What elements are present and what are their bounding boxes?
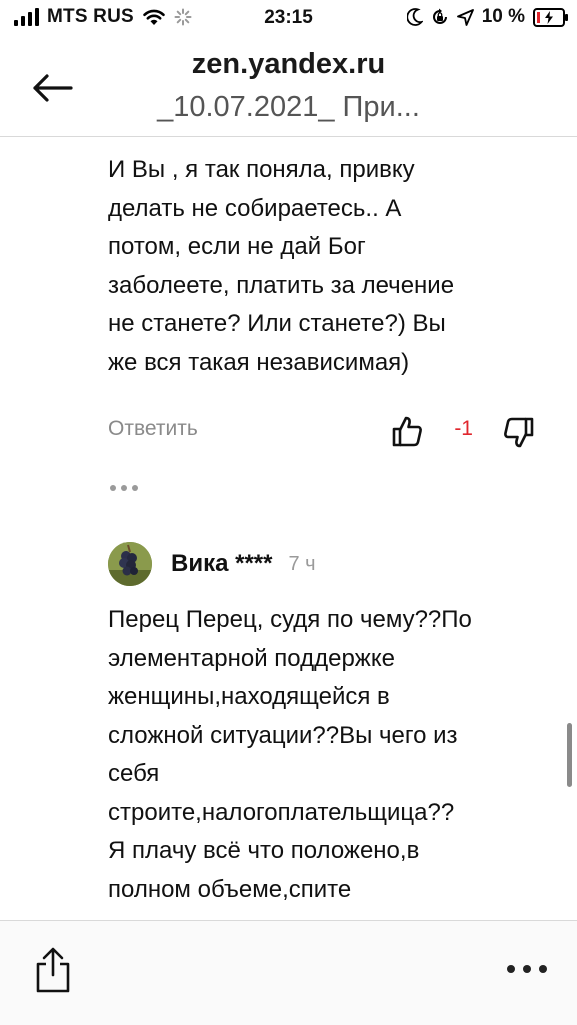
avatar[interactable] bbox=[108, 542, 152, 586]
comment-line: заболеете, платить за лечение bbox=[108, 271, 455, 299]
thumbs-up-icon bbox=[392, 416, 422, 447]
bottom-toolbar bbox=[0, 920, 577, 1025]
comment-line: сложной ситуации??Вы чего из bbox=[108, 721, 458, 749]
reply-button[interactable]: Ответить bbox=[108, 417, 198, 441]
comment-line: делать не собираетесь.. А bbox=[108, 194, 402, 222]
more-menu-button[interactable] bbox=[507, 957, 547, 981]
comment-line: И Вы , я так поняла, привку bbox=[108, 156, 415, 183]
comment-time: 7 ч bbox=[288, 552, 316, 575]
more-options-icon[interactable] bbox=[110, 485, 138, 491]
comment-line: себя bbox=[108, 760, 160, 787]
share-icon bbox=[36, 947, 70, 993]
status-bar-right: 10 % bbox=[406, 6, 568, 28]
author-name[interactable]: Вика **** bbox=[171, 550, 272, 578]
more-horizontal-icon bbox=[507, 965, 515, 973]
back-button[interactable] bbox=[28, 66, 76, 110]
comment-line: потом, если не дай Бог bbox=[108, 233, 366, 260]
like-button[interactable] bbox=[389, 413, 425, 449]
comment-actions: Ответить -1 bbox=[108, 416, 537, 448]
battery-percent: 10 % bbox=[481, 6, 525, 27]
location-arrow-icon bbox=[456, 8, 474, 26]
battery-icon bbox=[533, 7, 568, 27]
navigation-bar: zen.yandex.ru _10.07.2021_ При... bbox=[0, 40, 577, 137]
dislike-button[interactable] bbox=[501, 415, 537, 451]
moon-icon bbox=[406, 8, 423, 26]
arrow-left-icon bbox=[33, 74, 73, 102]
comment-line: элементарной поддержке bbox=[108, 644, 395, 672]
comment-score: -1 bbox=[454, 417, 473, 440]
comment-text: Перец Перец, судя по чему??По элементарн… bbox=[108, 601, 558, 909]
comment-line: строите,налогоплательщица?? bbox=[108, 798, 455, 826]
rotation-lock-icon bbox=[432, 8, 447, 24]
comment-line: Перец Перец, судя по чему??По bbox=[108, 606, 472, 633]
page-title: zen.yandex.ru bbox=[191, 48, 386, 80]
comments-list[interactable]: И Вы , я так поняла, привку делать не со… bbox=[0, 137, 577, 920]
scrollbar[interactable] bbox=[567, 723, 572, 787]
comment-line: полном объеме,спите bbox=[108, 875, 352, 903]
comment-line: женщины,находящейся в bbox=[108, 683, 390, 710]
thumbs-down-icon bbox=[504, 417, 534, 448]
page-subtitle: _10.07.2021_ При... bbox=[157, 91, 420, 123]
comment-author-row: Вика **** 7 ч bbox=[108, 542, 316, 586]
comment-line: не станете? Или станете?) Вы bbox=[108, 310, 446, 337]
status-bar: MTS RUS 23:15 10 % bbox=[0, 0, 577, 40]
comment-line: Я плачу всё что положено,в bbox=[108, 837, 420, 864]
comment-text: И Вы , я так поняла, привку делать не со… bbox=[108, 151, 558, 382]
comment-line: же вся такая независимая) bbox=[108, 348, 410, 376]
share-button[interactable] bbox=[30, 945, 76, 995]
